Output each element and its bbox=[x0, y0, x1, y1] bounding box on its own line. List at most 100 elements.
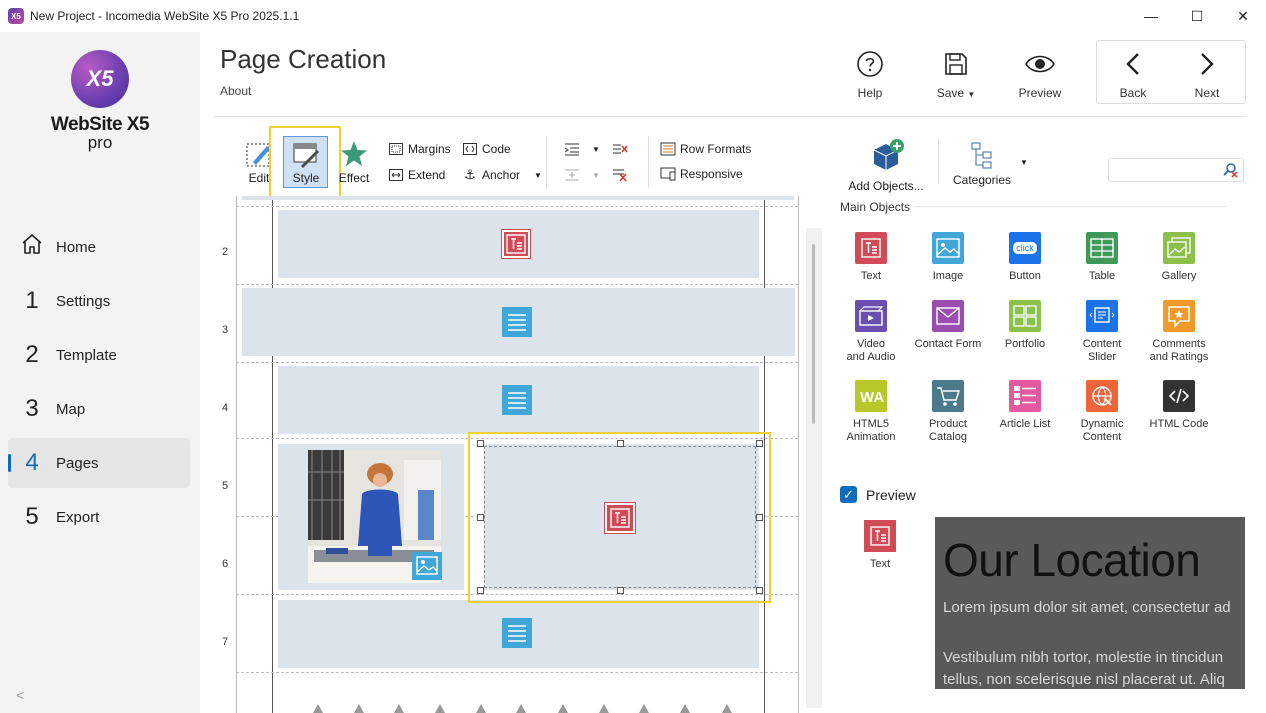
video-and-audio-icon bbox=[855, 300, 887, 332]
dropdown-arrow-icon[interactable]: ▼ bbox=[592, 145, 600, 154]
preview-checkbox-label: Preview bbox=[866, 486, 916, 503]
page-title: Page Creation bbox=[220, 44, 387, 74]
portfolio-icon bbox=[1009, 300, 1041, 332]
responsive-button[interactable]: Responsive bbox=[660, 167, 743, 181]
row-number: 4 bbox=[222, 402, 229, 414]
categories-button[interactable]: Categories bbox=[950, 140, 1014, 187]
objects-panel-title: Main Objects bbox=[840, 200, 911, 214]
object-tile-video-and-audio[interactable]: Video and Audio bbox=[834, 300, 908, 364]
extend-icon bbox=[388, 168, 404, 182]
column-marker[interactable] bbox=[639, 704, 649, 713]
save-label: Save ▼ bbox=[936, 86, 976, 100]
eye-icon bbox=[1008, 48, 1072, 80]
object-tile-dynamic-content[interactable]: Dynamic Content bbox=[1065, 380, 1139, 444]
margins-button[interactable]: Margins bbox=[388, 142, 451, 156]
preview-checkbox[interactable]: ✓ Preview bbox=[840, 486, 916, 503]
next-button[interactable]: Next bbox=[1175, 48, 1239, 100]
responsive-icon bbox=[660, 167, 676, 181]
remove-indent-button[interactable] bbox=[612, 142, 632, 156]
nav-item-map[interactable]: 3 Map bbox=[8, 384, 190, 434]
object-tile-text[interactable]: Text bbox=[834, 232, 908, 283]
nav-number: 4 bbox=[25, 449, 39, 476]
help-button[interactable]: Help bbox=[838, 48, 902, 100]
code-icon bbox=[462, 142, 478, 156]
object-tile-html5-animation[interactable]: WA HTML5 Animation bbox=[834, 380, 908, 444]
column-marker[interactable] bbox=[435, 704, 445, 713]
svg-text:WA: WA bbox=[860, 389, 884, 406]
object-tile-product-catalog[interactable]: Product Catalog bbox=[911, 380, 985, 444]
text-block-icon[interactable] bbox=[502, 385, 532, 415]
extend-button[interactable]: Extend bbox=[388, 168, 445, 182]
save-icon bbox=[924, 48, 988, 80]
object-tile-button[interactable]: click Button bbox=[988, 232, 1062, 283]
content-slider-icon bbox=[1086, 300, 1118, 332]
image-object-icon[interactable] bbox=[412, 552, 442, 580]
minimize-button[interactable]: — bbox=[1128, 0, 1174, 32]
column-marker[interactable] bbox=[394, 704, 404, 713]
html5-animation-icon: WA bbox=[855, 380, 887, 412]
row-1-cell[interactable] bbox=[242, 196, 794, 200]
contact-form-icon bbox=[932, 300, 964, 332]
nav-item-export[interactable]: 5 Export bbox=[8, 492, 190, 542]
column-marker[interactable] bbox=[599, 704, 609, 713]
save-button[interactable]: Save ▼ bbox=[924, 48, 988, 100]
nav-item-pages[interactable]: 4 Pages bbox=[8, 438, 190, 488]
responsive-label: Responsive bbox=[680, 167, 743, 181]
object-tile-portfolio[interactable]: Portfolio bbox=[988, 300, 1062, 351]
object-tile-article-list[interactable]: Article List bbox=[988, 380, 1062, 431]
object-tile-table[interactable]: Table bbox=[1065, 232, 1139, 283]
object-tile-content-slider[interactable]: Content Slider bbox=[1065, 300, 1139, 364]
nav-number: 5 bbox=[25, 503, 39, 530]
object-tile-comments-and-ratings[interactable]: Comments and Ratings bbox=[1142, 300, 1216, 364]
column-marker[interactable] bbox=[476, 704, 486, 713]
add-objects-button[interactable]: Add Objects... bbox=[846, 138, 926, 193]
delete-cell-icon bbox=[612, 168, 628, 182]
effect-button[interactable]: Effect bbox=[338, 140, 370, 185]
close-button[interactable]: ✕ bbox=[1220, 0, 1266, 32]
search-clear-icon[interactable] bbox=[1222, 162, 1238, 181]
indent-button[interactable]: ▼ bbox=[564, 142, 600, 156]
sidebar: X5 WebSite X5 pro Home 1 Settings 2 Temp… bbox=[0, 32, 200, 713]
dropdown-arrow-icon[interactable]: ▼ bbox=[534, 171, 542, 180]
chevron-right-icon bbox=[1175, 48, 1239, 80]
object-tile-html-code[interactable]: HTML Code bbox=[1142, 380, 1216, 431]
row-number: 7 bbox=[222, 636, 229, 648]
object-tile-contact-form[interactable]: Contact Form bbox=[911, 300, 985, 351]
column-marker[interactable] bbox=[354, 704, 364, 713]
objects-search-input[interactable] bbox=[1108, 158, 1244, 182]
object-tile-image[interactable]: Image bbox=[911, 232, 985, 283]
column-marker[interactable] bbox=[722, 704, 732, 713]
collapse-sidebar-button[interactable]: < bbox=[16, 687, 24, 703]
text-object-icon[interactable] bbox=[502, 230, 530, 258]
anchor-button[interactable]: ⚓ Anchor ▼ bbox=[462, 167, 542, 182]
text-block-icon[interactable] bbox=[502, 618, 532, 648]
column-marker[interactable] bbox=[516, 704, 526, 713]
delete-cell-button[interactable] bbox=[612, 168, 632, 182]
maximize-button[interactable]: ☐ bbox=[1174, 0, 1220, 32]
nav-item-template[interactable]: 2 Template bbox=[8, 330, 190, 380]
back-button[interactable]: Back bbox=[1101, 48, 1165, 100]
object-tile-label: Content Slider bbox=[1082, 338, 1122, 363]
about-link[interactable]: About bbox=[220, 84, 251, 98]
nav-item-settings[interactable]: 1 Settings bbox=[8, 276, 190, 326]
column-marker[interactable] bbox=[680, 704, 690, 713]
dropdown-arrow-icon: ▼ bbox=[967, 90, 976, 99]
column-marker[interactable] bbox=[558, 704, 568, 713]
button-icon: click bbox=[1009, 232, 1041, 264]
row-formats-button[interactable]: Row Formats bbox=[660, 142, 751, 156]
object-tile-gallery[interactable]: Gallery bbox=[1142, 232, 1216, 283]
extend-label: Extend bbox=[408, 168, 446, 182]
preview-button[interactable]: Preview bbox=[1008, 48, 1072, 100]
objects-search-field[interactable] bbox=[1113, 160, 1221, 180]
text-block-icon[interactable] bbox=[502, 307, 532, 337]
gallery-icon bbox=[1163, 232, 1195, 264]
categories-dropdown-arrow-icon[interactable]: ▼ bbox=[1020, 158, 1028, 167]
home-icon bbox=[8, 232, 56, 263]
nav-item-home[interactable]: Home bbox=[8, 222, 190, 272]
canvas-scrollbar-thumb[interactable] bbox=[812, 244, 815, 424]
row-formats-icon bbox=[660, 142, 676, 156]
object-tile-label: Video and Audio bbox=[846, 338, 896, 363]
margins-label: Margins bbox=[408, 142, 451, 156]
code-button[interactable]: Code bbox=[462, 142, 511, 156]
column-marker[interactable] bbox=[313, 704, 323, 713]
